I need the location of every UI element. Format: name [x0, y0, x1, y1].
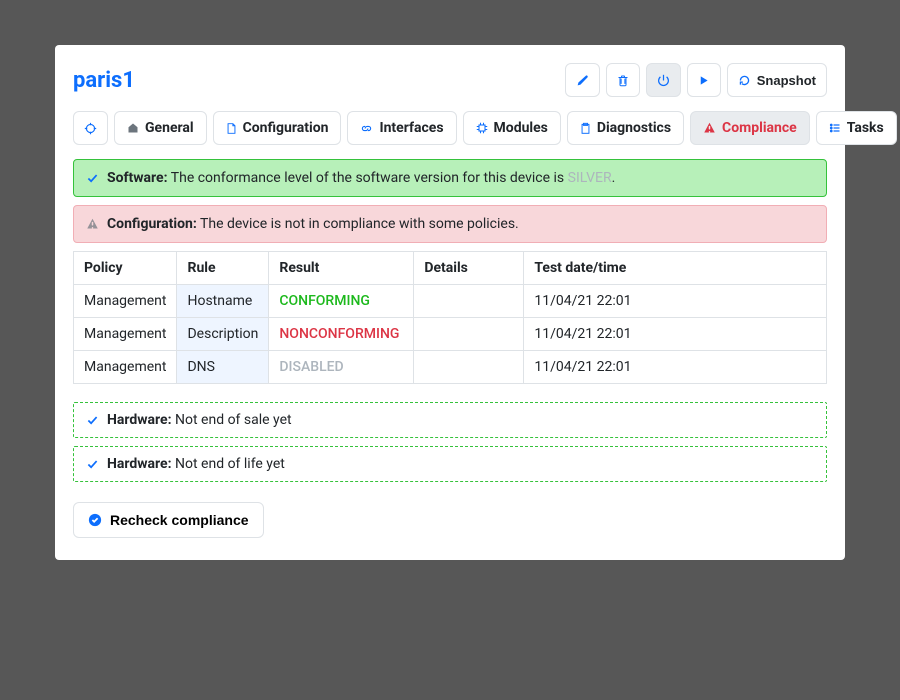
- target-icon: [84, 122, 97, 135]
- refresh-check-icon: [88, 513, 102, 527]
- trash-icon: [617, 74, 629, 87]
- cell-policy: Management: [74, 318, 177, 351]
- alert-text: Configuration: The device is not in comp…: [107, 216, 519, 232]
- table-row: Management Description NONCONFORMING 11/…: [74, 318, 827, 351]
- chip-icon: [476, 122, 488, 134]
- cell-result: NONCONFORMING: [269, 318, 414, 351]
- cell-policy: Management: [74, 351, 177, 384]
- delete-button[interactable]: [606, 63, 640, 97]
- table-header-row: Policy Rule Result Details Test date/tim…: [74, 252, 827, 285]
- hardware-eos: Hardware: Not end of sale yet: [73, 402, 827, 438]
- list-icon: [829, 122, 841, 134]
- play-icon: [698, 75, 709, 86]
- tab-label: Configuration: [243, 120, 329, 136]
- th-date: Test date/time: [524, 252, 827, 285]
- compliance-table: Policy Rule Result Details Test date/tim…: [73, 251, 827, 384]
- device-title: paris1: [73, 68, 135, 93]
- header: paris1: [73, 63, 827, 97]
- alert-text: Software: The conformance level of the s…: [107, 170, 615, 186]
- cell-date: 11/04/21 22:01: [524, 285, 827, 318]
- tab-configuration[interactable]: Configuration: [213, 111, 342, 145]
- cell-rule: DNS: [177, 351, 269, 384]
- clipboard-icon: [580, 122, 591, 135]
- power-icon: [657, 74, 670, 87]
- cell-rule: Hostname: [177, 285, 269, 318]
- alert-software: Software: The conformance level of the s…: [73, 159, 827, 197]
- cell-date: 11/04/21 22:01: [524, 351, 827, 384]
- edit-button[interactable]: [565, 63, 600, 97]
- snapshot-button[interactable]: Snapshot: [727, 63, 827, 97]
- cell-date: 11/04/21 22:01: [524, 318, 827, 351]
- table-row: Management Hostname CONFORMING 11/04/21 …: [74, 285, 827, 318]
- cell-rule: Description: [177, 318, 269, 351]
- cell-details: [414, 318, 524, 351]
- refresh-icon: [738, 74, 751, 87]
- tabs: General Configuration Interfaces Modules…: [73, 111, 827, 145]
- check-icon: [86, 415, 99, 426]
- recheck-compliance-button[interactable]: Recheck compliance: [73, 502, 264, 538]
- device-panel: paris1: [55, 45, 845, 560]
- cell-policy: Management: [74, 285, 177, 318]
- cell-details: [414, 351, 524, 384]
- warning-icon: [86, 218, 99, 230]
- hardware-eol: Hardware: Not end of life yet: [73, 446, 827, 482]
- tab-label: General: [145, 120, 194, 136]
- th-details: Details: [414, 252, 524, 285]
- snapshot-label: Snapshot: [757, 73, 816, 88]
- recheck-label: Recheck compliance: [110, 512, 249, 528]
- tab-label: Modules: [494, 120, 548, 136]
- warning-icon: [703, 122, 716, 134]
- tab-tasks[interactable]: Tasks: [816, 111, 897, 145]
- hardware-text: Hardware: Not end of life yet: [107, 456, 285, 472]
- pencil-icon: [576, 74, 589, 87]
- tab-label: Compliance: [722, 120, 797, 136]
- tab-pinned[interactable]: [73, 111, 108, 145]
- tab-label: Tasks: [847, 120, 884, 136]
- tab-diagnostics[interactable]: Diagnostics: [567, 111, 684, 145]
- power-button[interactable]: [646, 63, 681, 97]
- cell-details: [414, 285, 524, 318]
- th-rule: Rule: [177, 252, 269, 285]
- th-result: Result: [269, 252, 414, 285]
- tab-compliance[interactable]: Compliance: [690, 111, 810, 145]
- run-button[interactable]: [687, 63, 721, 97]
- check-icon: [86, 459, 99, 470]
- cell-result: CONFORMING: [269, 285, 414, 318]
- tab-general[interactable]: General: [114, 111, 207, 145]
- header-actions: Snapshot: [565, 63, 827, 97]
- table-row: Management DNS DISABLED 11/04/21 22:01: [74, 351, 827, 384]
- tab-interfaces[interactable]: Interfaces: [347, 111, 456, 145]
- th-policy: Policy: [74, 252, 177, 285]
- check-icon: [86, 173, 99, 184]
- tab-modules[interactable]: Modules: [463, 111, 561, 145]
- cell-result: DISABLED: [269, 351, 414, 384]
- tab-label: Diagnostics: [597, 120, 671, 136]
- link-icon: [360, 123, 373, 134]
- alert-configuration: Configuration: The device is not in comp…: [73, 205, 827, 243]
- hardware-text: Hardware: Not end of sale yet: [107, 412, 292, 428]
- home-icon: [127, 122, 139, 134]
- file-icon: [226, 122, 237, 135]
- tab-label: Interfaces: [379, 120, 443, 136]
